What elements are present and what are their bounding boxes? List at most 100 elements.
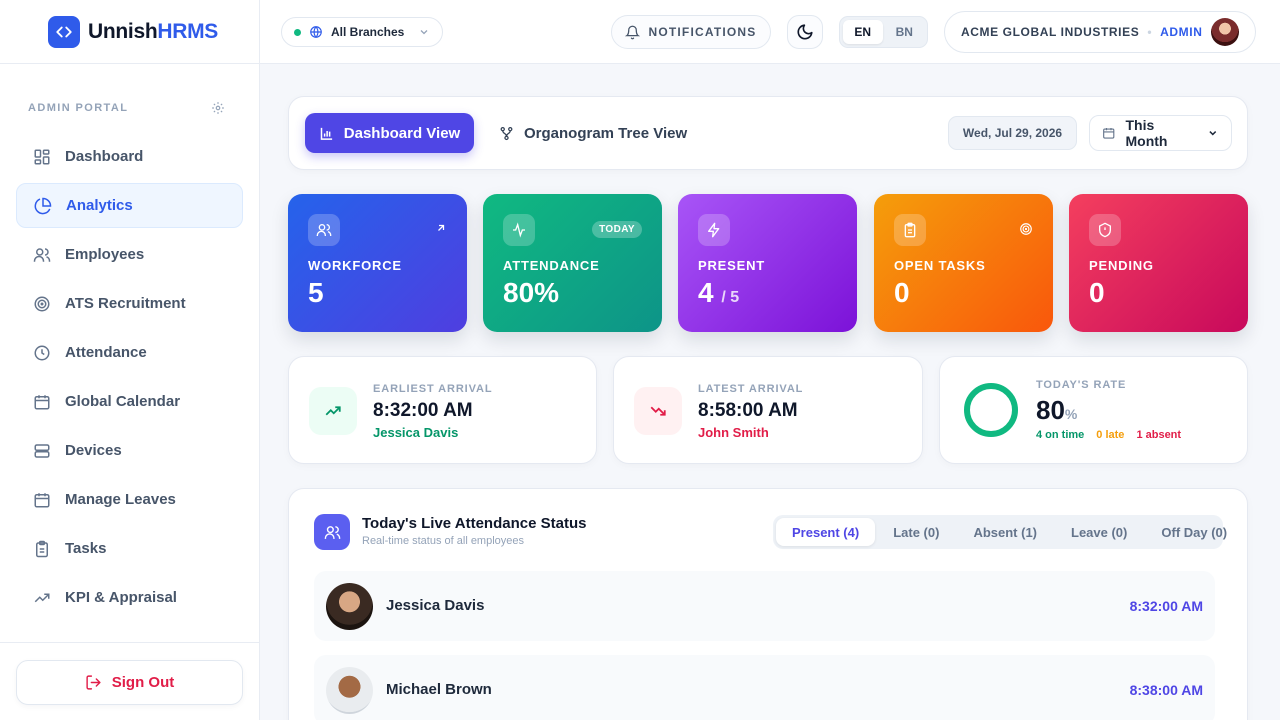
- sidebar-item-global-calendar[interactable]: Global Calendar: [16, 379, 243, 424]
- sidebar-item-employees[interactable]: Employees: [16, 232, 243, 277]
- info-employee-name: Jessica Davis: [373, 425, 459, 440]
- present-total: / 5: [721, 289, 740, 306]
- tab-dashboard-view[interactable]: Dashboard View: [305, 113, 474, 153]
- latest-arrival-card: LATEST ARRIVAL 8:58:00 AM John Smith: [613, 356, 923, 464]
- info-time: 8:58:00 AM: [698, 400, 798, 421]
- sidebar-item-analytics[interactable]: Analytics: [16, 183, 243, 228]
- calendar-icon: [34, 394, 50, 409]
- tab-late[interactable]: Late (0): [877, 518, 955, 546]
- rate-ring: [964, 383, 1018, 437]
- today-badge: TODAY: [592, 221, 642, 238]
- sidebar-item-devices[interactable]: Devices: [16, 428, 243, 473]
- separator: •: [1147, 25, 1153, 39]
- sign-out-button[interactable]: Sign Out: [16, 660, 243, 705]
- stat-label: PENDING: [1089, 258, 1154, 273]
- info-employee-name: John Smith: [698, 425, 769, 440]
- todays-rate-card: TODAY'S RATE 80% 4 on time 0 late 1 abse…: [939, 356, 1248, 464]
- sidebar-item-label: Global Calendar: [65, 393, 181, 410]
- list-item[interactable]: Michael Brown 8:38:00 AM: [314, 655, 1215, 720]
- rate-breakdown: 4 on time 0 late 1 absent: [1036, 429, 1181, 441]
- lightning-icon: [698, 214, 730, 246]
- status-dot: [294, 28, 301, 36]
- sidebar-footer: Sign Out: [0, 642, 259, 720]
- stat-label: PRESENT: [698, 258, 766, 273]
- language-toggle: EN BN: [839, 16, 928, 48]
- moon-icon: [797, 24, 813, 40]
- avatar[interactable]: [1211, 18, 1239, 46]
- tab-off-day[interactable]: Off Day (0): [1145, 518, 1243, 546]
- branch-select[interactable]: All Branches: [281, 17, 443, 47]
- current-date: Wed, Jul 29, 2026: [948, 116, 1077, 150]
- stat-card-workforce[interactable]: WORKFORCE 5: [288, 194, 467, 332]
- brand[interactable]: UnnishHRMS: [48, 16, 218, 48]
- on-time-count: 4 on time: [1036, 429, 1085, 441]
- tab-absent[interactable]: Absent (1): [957, 518, 1053, 546]
- sidebar-item-manage-leaves[interactable]: Manage Leaves: [16, 477, 243, 522]
- check-in-time: 8:32:00 AM: [1129, 598, 1203, 614]
- absent-count: 1 absent: [1136, 429, 1182, 441]
- theme-toggle-button[interactable]: [787, 15, 823, 49]
- grid-icon: [34, 149, 50, 164]
- stat-card-present[interactable]: PRESENT 4 / 5: [678, 194, 857, 332]
- target-icon: [34, 296, 50, 311]
- sidebar-item-attendance[interactable]: Attendance: [16, 330, 243, 375]
- stat-card-attendance[interactable]: TODAY ATTENDANCE 80%: [483, 194, 662, 332]
- stat-label: WORKFORCE: [308, 258, 402, 273]
- pie-chart-icon: [34, 197, 52, 214]
- info-caption: LATEST ARRIVAL: [698, 383, 804, 395]
- bar-chart-icon: [320, 127, 332, 140]
- view-switcher-bar: Dashboard View Organogram Tree View Wed,…: [288, 96, 1248, 170]
- clock-icon: [34, 345, 50, 360]
- sidebar-item-dashboard[interactable]: Dashboard: [16, 134, 243, 179]
- tab-label: Organogram Tree View: [524, 124, 688, 142]
- sidebar-item-label: Dashboard: [65, 148, 144, 165]
- trending-down-icon: [634, 387, 682, 435]
- stat-label: ATTENDANCE: [503, 258, 600, 273]
- notifications-button[interactable]: NOTIFICATIONS: [611, 15, 771, 49]
- sidebar: ADMIN PORTAL Dashboard Analytics Employe…: [0, 64, 260, 720]
- tab-leave[interactable]: Leave (0): [1055, 518, 1143, 546]
- topbar-divider: [259, 0, 260, 64]
- stat-card-open-tasks[interactable]: OPEN TASKS 0: [874, 194, 1053, 332]
- sidebar-item-label: Tasks: [65, 540, 107, 557]
- stat-label: OPEN TASKS: [894, 258, 986, 273]
- arrow-up-right-icon: [438, 224, 445, 231]
- sidebar-item-tasks[interactable]: Tasks: [16, 526, 243, 571]
- present-count: 4: [698, 277, 714, 308]
- calendar-icon: [1103, 127, 1115, 139]
- stat-value: 80%: [503, 277, 560, 308]
- tab-present[interactable]: Present (4): [776, 518, 876, 546]
- sidebar-item-kpi-appraisal[interactable]: KPI & Appraisal: [16, 575, 243, 620]
- earliest-arrival-card: EARLIEST ARRIVAL 8:32:00 AM Jessica Davi…: [288, 356, 597, 464]
- globe-icon: [310, 26, 322, 38]
- chevron-down-icon: [420, 30, 428, 35]
- user-role: ADMIN: [1160, 25, 1203, 39]
- chevron-down-icon: [1209, 131, 1217, 136]
- language-en[interactable]: EN: [843, 20, 883, 44]
- users-icon: [33, 247, 51, 262]
- branch-label: All Branches: [331, 25, 405, 39]
- check-in-time: 8:38:00 AM: [1129, 682, 1203, 698]
- list-item[interactable]: Jessica Davis 8:32:00 AM: [314, 571, 1215, 641]
- language-bn[interactable]: BN: [885, 20, 925, 44]
- shield-alert-icon: [1089, 214, 1121, 246]
- brand-name: UnnishHRMS: [88, 20, 219, 43]
- gear-icon[interactable]: [211, 101, 225, 115]
- tab-organogram-view[interactable]: Organogram Tree View: [499, 113, 687, 153]
- rate-value: 80%: [1036, 395, 1078, 425]
- late-count: 0 late: [1096, 429, 1125, 441]
- sidebar-item-label: Attendance: [65, 344, 147, 361]
- account-menu[interactable]: ACME GLOBAL INDUSTRIES • ADMIN: [944, 11, 1256, 53]
- hierarchy-icon: [500, 126, 513, 140]
- stat-value: 5: [308, 277, 324, 308]
- section-subtitle: Real-time status of all employees: [362, 535, 525, 547]
- stat-card-pending[interactable]: PENDING 0: [1069, 194, 1248, 332]
- portal-label: ADMIN PORTAL: [28, 102, 129, 114]
- rate-caption: TODAY'S RATE: [1036, 379, 1127, 391]
- live-attendance-panel: Today's Live Attendance Status Real-time…: [288, 488, 1248, 720]
- sidebar-item-ats-recruitment[interactable]: ATS Recruitment: [16, 281, 243, 326]
- stat-value: 4 / 5: [698, 277, 739, 309]
- sidebar-item-label: KPI & Appraisal: [65, 589, 177, 606]
- sidebar-item-label: Employees: [65, 246, 145, 263]
- period-select[interactable]: This Month: [1089, 115, 1232, 151]
